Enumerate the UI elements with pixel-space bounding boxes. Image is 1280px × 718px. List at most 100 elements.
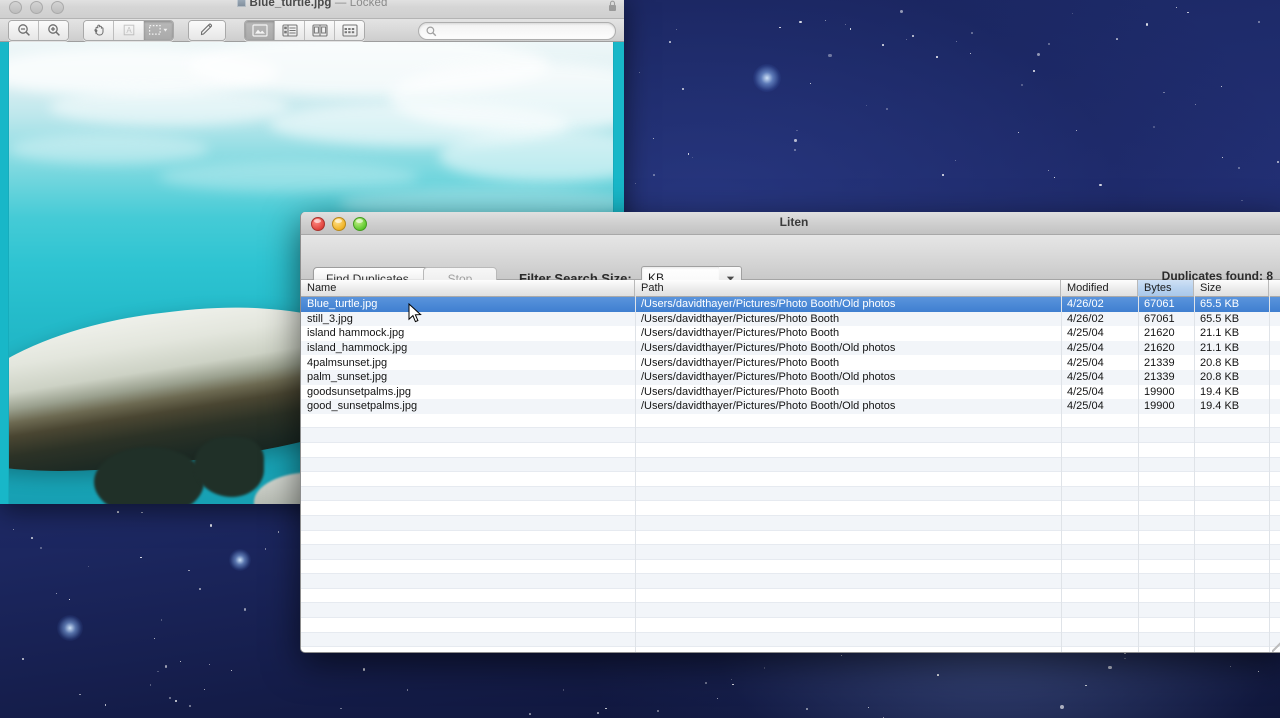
table-row-empty[interactable] [301, 589, 1280, 604]
cell-size: 20.8 KB [1200, 356, 1240, 369]
cell-path: /Users/davidthayer/Pictures/Photo Booth/… [641, 371, 896, 384]
cell-bytes: 19900 [1144, 400, 1175, 413]
preview-title-separator: — [334, 0, 347, 9]
duplicates-table[interactable]: Name Path Modified Bytes Size Blue_turtl… [301, 280, 1280, 652]
view-content-only-icon[interactable] [245, 20, 275, 40]
table-row-empty[interactable] [301, 472, 1280, 487]
column-header-modified[interactable]: Modified [1061, 280, 1138, 296]
turtle-flipper-right [194, 437, 264, 497]
cell-bytes: 21339 [1144, 371, 1175, 384]
table-row-empty[interactable] [301, 647, 1280, 652]
cell-name: still_3.jpg [307, 312, 353, 325]
hand-tool-icon[interactable] [84, 20, 114, 40]
cell-path: /Users/davidthayer/Pictures/Photo Booth [641, 385, 840, 398]
table-row-empty[interactable] [301, 428, 1280, 443]
cell-size: 21.1 KB [1200, 327, 1240, 340]
cell-modified: 4/25/04 [1067, 400, 1104, 413]
table-row-empty[interactable] [301, 545, 1280, 560]
cell-name: Blue_turtle.jpg [307, 298, 378, 311]
window-resize-handle[interactable] [1272, 637, 1280, 652]
view-thumbnails-icon[interactable] [275, 20, 305, 40]
column-header-path[interactable]: Path [635, 280, 1061, 296]
column-header-size[interactable]: Size [1194, 280, 1269, 296]
zoom-out-icon[interactable] [9, 20, 39, 40]
cell-modified: 4/26/02 [1067, 298, 1104, 311]
markup-pen-icon[interactable] [189, 20, 225, 40]
table-row-empty[interactable] [301, 560, 1280, 575]
preview-window-title: Blue_turtle.jpg — Locked [0, 0, 624, 9]
cell-bytes: 67061 [1144, 312, 1175, 325]
cell-size: 65.5 KB [1200, 298, 1240, 311]
search-icon [426, 26, 437, 36]
liten-window-title: Liten [779, 215, 809, 229]
table-row[interactable]: goodsunsetpalms.jpg/Users/davidthayer/Pi… [301, 385, 1280, 400]
table-row-empty[interactable] [301, 574, 1280, 589]
table-row-empty[interactable] [301, 486, 1280, 502]
liten-toolbar[interactable]: Find Duplicates... Stop Filter Search Si… [301, 235, 1280, 291]
preview-titlebar[interactable]: Blue_turtle.jpg — Locked [0, 0, 624, 19]
search-input[interactable] [441, 24, 605, 38]
zoom-in-icon[interactable] [39, 20, 68, 40]
cell-bytes: 21620 [1144, 342, 1175, 355]
cell-path: /Users/davidthayer/Pictures/Photo Booth [641, 312, 840, 325]
table-row[interactable]: palm_sunset.jpg/Users/davidthayer/Pictur… [301, 369, 1280, 385]
view-contact-sheet-icon[interactable] [305, 20, 335, 40]
table-row[interactable]: 4palmsunset.jpg/Users/davidthayer/Pictur… [301, 355, 1280, 370]
text-select-icon[interactable]: A [114, 20, 144, 40]
column-header-name[interactable]: Name [301, 280, 635, 296]
cell-bytes: 21620 [1144, 327, 1175, 340]
preview-search-field[interactable] [418, 22, 616, 40]
liten-titlebar[interactable]: Liten [301, 212, 1280, 235]
cell-name: 4palmsunset.jpg [307, 356, 388, 369]
table-row-empty[interactable] [301, 531, 1280, 546]
table-row-empty[interactable] [301, 501, 1280, 516]
svg-text:A: A [126, 26, 132, 35]
column-header-bytes[interactable]: Bytes [1138, 280, 1194, 296]
mouse-pointer [408, 303, 422, 323]
cell-size: 19.4 KB [1200, 400, 1240, 413]
cell-bytes: 19900 [1144, 385, 1175, 398]
cell-name: palm_sunset.jpg [307, 371, 388, 384]
markup-tool-group[interactable] [188, 19, 226, 41]
cell-modified: 4/25/04 [1067, 385, 1104, 398]
column-header-spacer [1269, 280, 1280, 296]
cell-bytes: 67061 [1144, 298, 1175, 311]
column-divider-name [635, 296, 636, 652]
cell-size: 65.5 KB [1200, 312, 1240, 325]
table-row-empty[interactable] [301, 443, 1280, 458]
lock-icon [609, 0, 616, 11]
zoom-tool-group[interactable] [8, 19, 69, 41]
rectangular-select-icon[interactable] [144, 20, 173, 40]
cell-modified: 4/25/04 [1067, 327, 1104, 340]
view-mode-group[interactable] [244, 19, 365, 41]
table-row-empty[interactable] [301, 603, 1280, 619]
cell-name: goodsunsetpalms.jpg [307, 385, 411, 398]
cell-name: island_hammock.jpg [307, 342, 408, 355]
table-row-empty[interactable] [301, 515, 1280, 531]
table-row[interactable]: good_sunsetpalms.jpg/Users/davidthayer/P… [301, 399, 1280, 414]
preview-title-text: Blue_turtle.jpg [249, 0, 332, 9]
cell-modified: 4/25/04 [1067, 371, 1104, 384]
document-icon [236, 0, 246, 7]
cell-path: /Users/davidthayer/Pictures/Photo Booth [641, 327, 840, 340]
table-row[interactable]: still_3.jpg/Users/davidthayer/Pictures/P… [301, 311, 1280, 327]
table-row-empty[interactable] [301, 457, 1280, 473]
cell-modified: 4/25/04 [1067, 356, 1104, 369]
cell-size: 20.8 KB [1200, 371, 1240, 384]
preview-toolbar[interactable]: A [0, 19, 624, 42]
table-row[interactable]: island_hammock.jpg/Users/davidthayer/Pic… [301, 340, 1280, 356]
column-divider-path [1061, 296, 1062, 652]
cell-path: /Users/davidthayer/Pictures/Photo Booth/… [641, 298, 896, 311]
table-header-row[interactable]: Name Path Modified Bytes Size [301, 280, 1280, 297]
cell-bytes: 21339 [1144, 356, 1175, 369]
liten-window[interactable]: Liten Find Duplicates... Stop Filter Sea… [300, 212, 1280, 653]
table-row-empty[interactable] [301, 618, 1280, 633]
table-row-empty[interactable] [301, 632, 1280, 648]
table-row[interactable]: Blue_turtle.jpg/Users/davidthayer/Pictur… [301, 297, 1280, 312]
table-body[interactable]: Blue_turtle.jpg/Users/davidthayer/Pictur… [301, 297, 1280, 652]
view-grid-icon[interactable] [335, 20, 364, 40]
table-row-empty[interactable] [301, 414, 1280, 429]
cell-size: 21.1 KB [1200, 342, 1240, 355]
selection-tool-group[interactable]: A [83, 19, 174, 41]
table-row[interactable]: island hammock.jpg/Users/davidthayer/Pic… [301, 326, 1280, 341]
